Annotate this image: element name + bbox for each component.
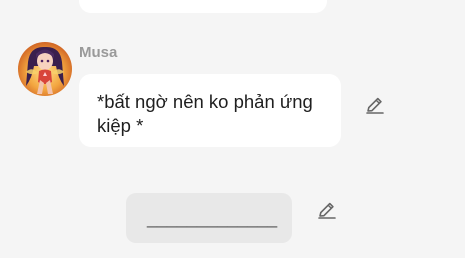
- message-text: *bất ngờ nên ko phản ứng kiệp *: [97, 91, 313, 136]
- pencil-icon: [366, 97, 384, 114]
- previous-message-bubble: [79, 0, 327, 13]
- message-bubble[interactable]: *bất ngờ nên ko phản ứng kiệp *: [79, 74, 341, 147]
- pending-input-text: _____________: [147, 208, 278, 228]
- character-avatar-icon: [18, 42, 72, 96]
- sender-name: Musa: [79, 44, 118, 61]
- edit-message-button[interactable]: [364, 94, 386, 116]
- pencil-icon: [318, 202, 336, 219]
- avatar[interactable]: [18, 42, 72, 96]
- pending-input-bubble[interactable]: _____________: [126, 193, 292, 243]
- edit-input-button[interactable]: [316, 199, 338, 221]
